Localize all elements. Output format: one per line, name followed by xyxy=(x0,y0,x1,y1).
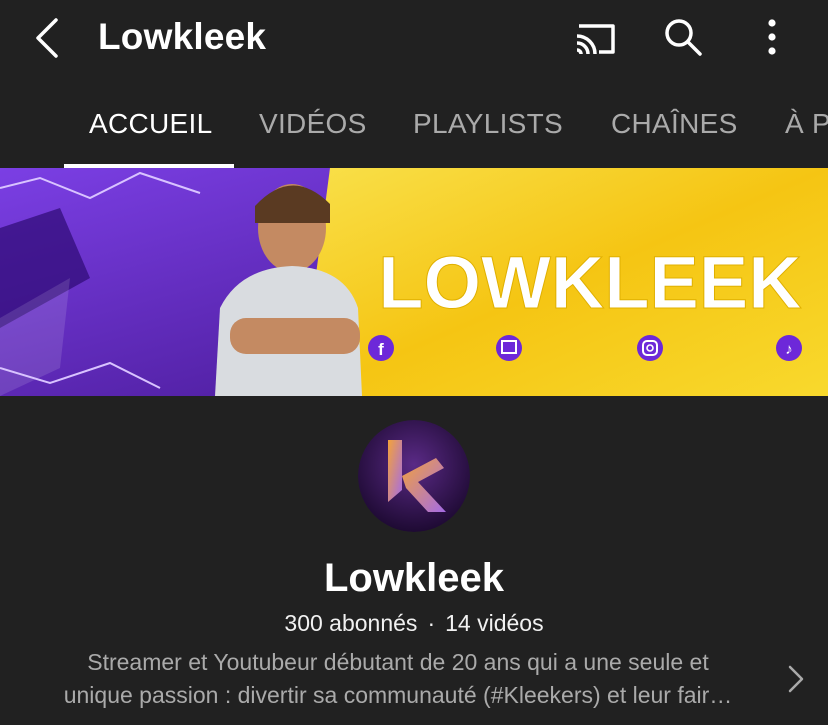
back-icon[interactable] xyxy=(28,14,68,62)
top-app-bar: Lowkleek xyxy=(0,0,828,80)
tab-a-propos[interactable]: À P xyxy=(785,108,828,140)
description-line-1: Streamer et Youtubeur débutant de 20 ans… xyxy=(87,649,709,675)
twitch-icon xyxy=(496,335,522,361)
channel-description[interactable]: Streamer et Youtubeur débutant de 20 ans… xyxy=(28,646,768,712)
search-icon[interactable] xyxy=(660,14,704,60)
banner-logo-text: LOWKLEEK xyxy=(378,241,801,324)
tab-videos[interactable]: VIDÉOS xyxy=(259,108,367,140)
video-count: 14 vidéos xyxy=(445,610,544,636)
cast-icon[interactable] xyxy=(573,14,617,60)
page-title: Lowkleek xyxy=(98,16,267,57)
stats-separator: · xyxy=(427,610,436,636)
channel-avatar[interactable] xyxy=(358,420,470,532)
channel-stats: 300 abonnés · 14 vidéos xyxy=(0,610,828,637)
tiktok-icon: ♪ xyxy=(776,335,802,361)
tab-accueil[interactable]: ACCUEIL xyxy=(89,108,212,140)
more-vertical-icon[interactable] xyxy=(752,14,796,60)
channel-name: Lowkleek xyxy=(323,556,505,600)
tab-playlists[interactable]: PLAYLISTS xyxy=(413,108,563,140)
description-line-2: unique passion : divertir sa communauté … xyxy=(63,682,733,708)
chevron-right-icon[interactable] xyxy=(782,660,810,698)
tab-chaines[interactable]: CHAÎNES xyxy=(611,108,738,140)
facebook-icon: f xyxy=(368,335,394,361)
channel-tabs: ACCUEIL VIDÉOS PLAYLISTS CHAÎNES À P xyxy=(0,80,828,168)
svg-text:♪: ♪ xyxy=(785,341,793,358)
instagram-icon xyxy=(637,335,663,361)
subscriber-count: 300 abonnés xyxy=(284,610,418,636)
svg-text:f: f xyxy=(378,340,384,359)
channel-banner: LOWKLEEK f ♪ xyxy=(0,168,828,396)
